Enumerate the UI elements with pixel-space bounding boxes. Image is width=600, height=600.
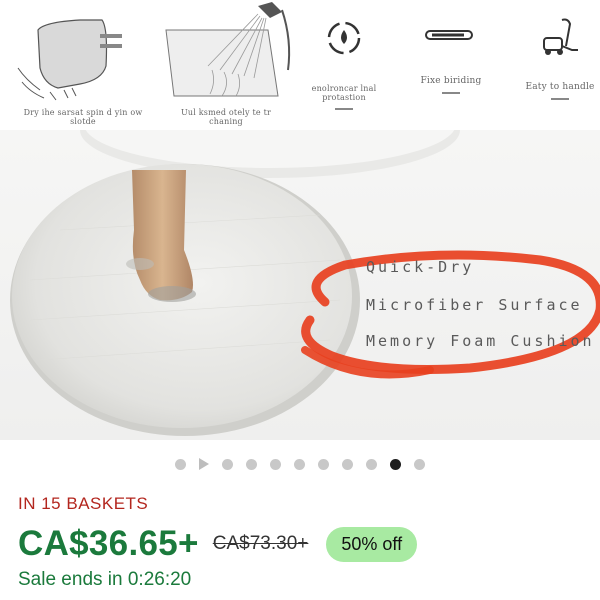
feature-caption-binding: Fixe biriding (406, 76, 496, 94)
sale-countdown: Sale ends in 0:26:20 (18, 569, 192, 590)
overlay-line-memory-foam: Memory Foam Cushion (366, 332, 595, 350)
mat-photo-scene (10, 130, 600, 436)
feature-caption-spin-dry: Dry ihe sarsat spin d yin ow slotde (23, 108, 143, 126)
sale-price: CA$36.65+ (18, 524, 199, 563)
overlay-line-quick-dry: Quick-Dry (366, 258, 475, 276)
carousel-dot[interactable] (318, 458, 329, 470)
product-image[interactable]: Dry ihe sarsat spin d yin ow slotde Uul … (0, 0, 600, 440)
carousel-dot[interactable] (294, 458, 305, 470)
shower-clean-illustration (165, 2, 291, 97)
basket-count: IN 15 BASKETS (18, 494, 149, 513)
carousel-dot-active[interactable] (390, 458, 401, 470)
feature-caption-eco: enolroncar lnal protastion (298, 84, 390, 110)
product-photo: Quick-Dry Microfiber Surface Memory Foam… (0, 130, 600, 440)
play-video-icon[interactable] (199, 458, 209, 470)
carousel-dot[interactable] (270, 458, 281, 470)
discount-badge: 50% off (326, 526, 418, 562)
carousel-dot[interactable] (222, 458, 233, 470)
feature-caption-handle: Eaty to handle (520, 82, 600, 100)
carousel-dot[interactable] (414, 458, 425, 470)
feature-caption-shower-clean: Uul ksmed otely te tr chaning (180, 108, 272, 126)
feature-strip: Dry ihe sarsat spin d yin ow slotde Uul … (0, 0, 600, 130)
fold-binding-icon (425, 30, 473, 40)
carousel-dot[interactable] (366, 458, 377, 470)
carousel-dots[interactable] (0, 456, 600, 472)
carousel-dot[interactable] (342, 458, 353, 470)
spin-dry-illustration (17, 19, 122, 101)
original-price: CA$73.30+ (212, 533, 309, 554)
overlay-line-microfiber: Microfiber Surface (366, 296, 583, 314)
price-row: CA$36.65+ CA$73.30+ 50% off (18, 522, 418, 566)
eco-recycle-icon (327, 21, 361, 55)
carousel-dot[interactable] (246, 458, 257, 470)
carousel-dot[interactable] (175, 458, 186, 470)
vacuum-icon (543, 18, 578, 55)
